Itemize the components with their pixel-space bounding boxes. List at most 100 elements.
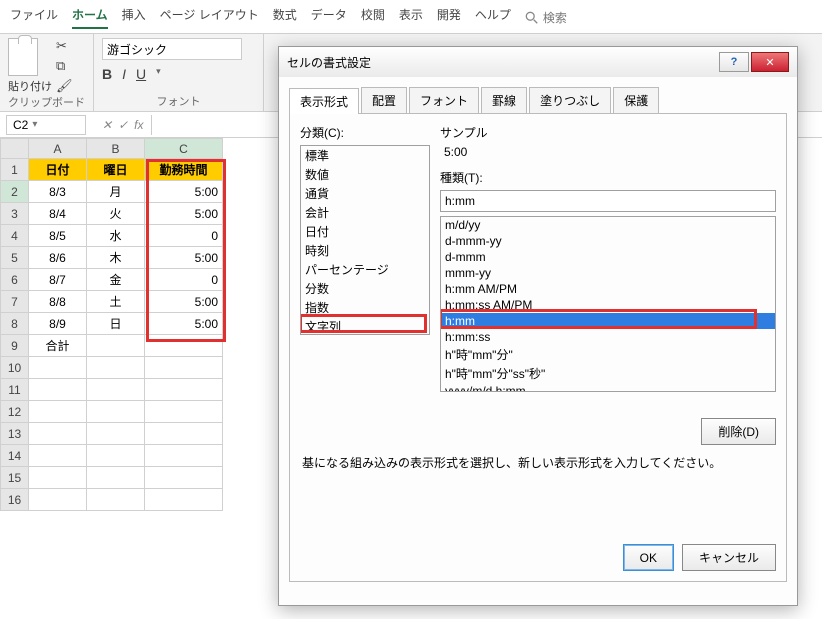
menu-review[interactable]: 校閲 <box>361 6 385 29</box>
search-box[interactable]: 検索 <box>525 6 567 29</box>
name-box[interactable]: C2 ▾ <box>6 115 86 135</box>
cell-B16[interactable] <box>87 489 145 511</box>
cat-item-time[interactable]: 時刻 <box>301 241 429 260</box>
cell-B10[interactable] <box>87 357 145 379</box>
dialog-help-button[interactable]: ? <box>719 52 749 72</box>
row-header-16[interactable]: 16 <box>1 489 29 511</box>
dialog-close-button[interactable]: ✕ <box>751 52 789 72</box>
cat-item-standard[interactable]: 標準 <box>301 146 429 165</box>
cell-B7[interactable]: 土 <box>87 291 145 313</box>
row-header-3[interactable]: 3 <box>1 203 29 225</box>
cell-C10[interactable] <box>145 357 223 379</box>
cat-item-text[interactable]: 文字列 <box>301 317 429 335</box>
cell-B8[interactable]: 日 <box>87 313 145 335</box>
cell-B6[interactable]: 金 <box>87 269 145 291</box>
cell-C1[interactable]: 勤務時間 <box>145 159 223 181</box>
cell-B13[interactable] <box>87 423 145 445</box>
cell-C9[interactable] <box>145 335 223 357</box>
delete-button[interactable]: 削除(D) <box>701 418 776 445</box>
cell-C4[interactable]: 0 <box>145 225 223 247</box>
cell-B1[interactable]: 曜日 <box>87 159 145 181</box>
cell-B15[interactable] <box>87 467 145 489</box>
cell-C7[interactable]: 5:00 <box>145 291 223 313</box>
menu-formulas[interactable]: 数式 <box>273 6 297 29</box>
cut-icon[interactable]: ✂ <box>56 38 73 54</box>
cat-item-scientific[interactable]: 指数 <box>301 298 429 317</box>
row-header-14[interactable]: 14 <box>1 445 29 467</box>
font-name-dropdown[interactable]: 游ゴシック <box>102 38 242 60</box>
cell-A3[interactable]: 8/4 <box>29 203 87 225</box>
cancel-button[interactable]: キャンセル <box>682 544 776 571</box>
cell-B4[interactable]: 水 <box>87 225 145 247</box>
row-header-9[interactable]: 9 <box>1 335 29 357</box>
select-all-corner[interactable] <box>1 139 29 159</box>
cell-A10[interactable] <box>29 357 87 379</box>
fmt-item[interactable]: h:mm:ss <box>441 329 775 345</box>
cell-C12[interactable] <box>145 401 223 423</box>
cat-item-date[interactable]: 日付 <box>301 222 429 241</box>
cat-item-number[interactable]: 数値 <box>301 165 429 184</box>
row-header-6[interactable]: 6 <box>1 269 29 291</box>
cell-B2[interactable]: 月 <box>87 181 145 203</box>
tab-protection[interactable]: 保護 <box>613 87 659 113</box>
row-header-12[interactable]: 12 <box>1 401 29 423</box>
tab-alignment[interactable]: 配置 <box>361 87 407 113</box>
menu-insert[interactable]: 挿入 <box>122 6 146 29</box>
cell-A4[interactable]: 8/5 <box>29 225 87 247</box>
cell-C8[interactable]: 5:00 <box>145 313 223 335</box>
enter-formula-icon[interactable]: ✓ <box>118 118 128 132</box>
cat-item-accounting[interactable]: 会計 <box>301 203 429 222</box>
cell-A1[interactable]: 日付 <box>29 159 87 181</box>
cell-C13[interactable] <box>145 423 223 445</box>
menu-developer[interactable]: 開発 <box>437 6 461 29</box>
row-header-4[interactable]: 4 <box>1 225 29 247</box>
cell-B9[interactable] <box>87 335 145 357</box>
menu-data[interactable]: データ <box>311 6 347 29</box>
cancel-formula-icon[interactable]: ✕ <box>102 118 112 132</box>
format-listbox[interactable]: m/d/yy d-mmm-yy d-mmm mmm-yy h:mm AM/PM … <box>440 216 776 392</box>
cell-B3[interactable]: 火 <box>87 203 145 225</box>
cell-A11[interactable] <box>29 379 87 401</box>
row-header-5[interactable]: 5 <box>1 247 29 269</box>
col-header-A[interactable]: A <box>29 139 87 159</box>
cell-A13[interactable] <box>29 423 87 445</box>
fmt-item[interactable]: h:mm AM/PM <box>441 281 775 297</box>
cell-A16[interactable] <box>29 489 87 511</box>
cell-C3[interactable]: 5:00 <box>145 203 223 225</box>
cat-item-currency[interactable]: 通貨 <box>301 184 429 203</box>
col-header-C[interactable]: C <box>145 139 223 159</box>
cell-A9[interactable]: 合計 <box>29 335 87 357</box>
fmt-item[interactable]: h"時"mm"分"ss"秒" <box>441 364 775 383</box>
cell-A15[interactable] <box>29 467 87 489</box>
dialog-titlebar[interactable]: セルの書式設定 ? ✕ <box>279 47 797 77</box>
menu-pagelayout[interactable]: ページ レイアウト <box>160 6 259 29</box>
cell-A5[interactable]: 8/6 <box>29 247 87 269</box>
fmt-item-selected[interactable]: h:mm <box>441 313 775 329</box>
cell-B11[interactable] <box>87 379 145 401</box>
tab-border[interactable]: 罫線 <box>481 87 527 113</box>
menu-help[interactable]: ヘルプ <box>475 6 511 29</box>
cell-C2[interactable]: 5:00 <box>145 181 223 203</box>
cell-B14[interactable] <box>87 445 145 467</box>
cell-C6[interactable]: 0 <box>145 269 223 291</box>
row-header-7[interactable]: 7 <box>1 291 29 313</box>
tab-number-format[interactable]: 表示形式 <box>289 88 359 114</box>
tab-fill[interactable]: 塗りつぶし <box>529 87 611 113</box>
fmt-item[interactable]: d-mmm-yy <box>441 233 775 249</box>
menu-file[interactable]: ファイル <box>10 6 58 29</box>
italic-button[interactable]: I <box>122 66 126 82</box>
cell-B5[interactable]: 木 <box>87 247 145 269</box>
menu-home[interactable]: ホーム <box>72 6 108 29</box>
cell-A12[interactable] <box>29 401 87 423</box>
row-header-1[interactable]: 1 <box>1 159 29 181</box>
row-header-10[interactable]: 10 <box>1 357 29 379</box>
cell-C15[interactable] <box>145 467 223 489</box>
cat-item-percentage[interactable]: パーセンテージ <box>301 260 429 279</box>
row-header-13[interactable]: 13 <box>1 423 29 445</box>
fmt-item[interactable]: yyyy/m/d h:mm <box>441 383 775 392</box>
category-listbox[interactable]: 標準 数値 通貨 会計 日付 時刻 パーセンテージ 分数 指数 文字列 その他 … <box>300 145 430 335</box>
cell-B12[interactable] <box>87 401 145 423</box>
menu-view[interactable]: 表示 <box>399 6 423 29</box>
row-header-15[interactable]: 15 <box>1 467 29 489</box>
cell-A6[interactable]: 8/7 <box>29 269 87 291</box>
